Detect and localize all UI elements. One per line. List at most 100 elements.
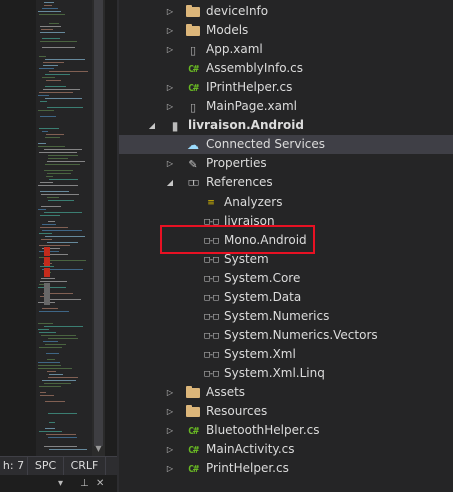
tree-item[interactable]: ▷ C# BluetoothHelper.cs — [119, 421, 453, 440]
minimap-line — [49, 23, 59, 24]
minimap-line — [42, 38, 60, 39]
tree-item[interactable]: □-□ System.Xml — [119, 345, 453, 364]
minimap-line — [41, 206, 61, 207]
expand-right-icon[interactable]: ▷ — [165, 78, 175, 97]
tree-item[interactable]: □-□ System.Numerics.Vectors — [119, 326, 453, 345]
minimap-line — [43, 62, 64, 63]
highlight-box — [160, 225, 315, 254]
tree-item[interactable]: ▷ Models — [119, 21, 453, 40]
minimap-line — [44, 5, 52, 6]
references-icon: □□ — [188, 178, 199, 189]
tree-item[interactable]: ◢ ▮ livraison.Android — [119, 116, 453, 135]
spacing-indicator[interactable]: SPC — [28, 457, 64, 475]
close-icon[interactable]: ✕ — [96, 478, 104, 489]
folder-icon — [185, 4, 201, 20]
minimap-line — [44, 149, 82, 150]
tree-item[interactable]: ▷ C# MainActivity.cs — [119, 440, 453, 459]
expand-down-icon[interactable]: ◢ — [165, 173, 175, 192]
tree-item[interactable]: □-□ System.Core — [119, 269, 453, 288]
tree-item[interactable]: ☁ Connected Services — [119, 135, 453, 155]
minimap-line — [42, 131, 48, 132]
minimap-line — [42, 77, 55, 78]
reference-icon: □-□ — [204, 349, 218, 360]
tree-item[interactable]: ▷ C# IPrintHelper.cs — [119, 78, 453, 97]
scrollbar-thumb[interactable] — [94, 0, 103, 446]
minimap-line — [47, 371, 56, 372]
scroll-down-arrow-icon[interactable]: ▼ — [92, 444, 105, 454]
minimap-line — [46, 434, 76, 435]
csharp-file-icon: C# — [187, 463, 199, 475]
expand-right-icon[interactable]: ▷ — [165, 154, 175, 173]
minimap-line — [43, 341, 58, 342]
tree-item-label: Properties — [206, 156, 267, 171]
tree-item[interactable]: ◢ □□ References — [119, 173, 453, 192]
expand-down-icon[interactable]: ◢ — [147, 116, 157, 135]
minimap-line — [43, 65, 58, 66]
error-marker[interactable] — [44, 268, 50, 277]
minimap-line — [44, 383, 71, 384]
minimap-line — [38, 323, 53, 324]
tree-item[interactable]: ≡ Analyzers — [119, 193, 453, 212]
minimap-line — [41, 194, 79, 195]
editor-vertical-scrollbar[interactable]: ▼ — [92, 0, 105, 456]
tree-item[interactable]: C# AssemblyInfo.cs — [119, 59, 453, 78]
minimap-line — [48, 413, 77, 414]
tree-item[interactable]: ▷ Resources — [119, 402, 453, 421]
expand-right-icon[interactable]: ▷ — [165, 459, 175, 478]
minimap-line — [48, 155, 78, 156]
minimap-line — [38, 368, 72, 369]
minimap-line — [49, 449, 87, 450]
minimap-line — [48, 299, 81, 300]
column-indicator[interactable]: h: 7 — [0, 457, 28, 475]
analyzers-icon: ≡ — [207, 197, 215, 208]
tree-item[interactable]: □-□ System.Numerics — [119, 307, 453, 326]
expand-right-icon[interactable]: ▷ — [165, 40, 175, 59]
minimap-line — [40, 32, 65, 33]
expand-right-icon[interactable]: ▷ — [165, 440, 175, 459]
minimap-line — [38, 365, 61, 366]
tree-item-label: System.Numerics.Vectors — [224, 327, 378, 342]
expand-right-icon[interactable]: ▷ — [165, 383, 175, 402]
minimap-line — [38, 143, 46, 144]
wrench-icon: ✎ — [188, 157, 198, 171]
tree-item-label: Resources — [206, 404, 268, 419]
tree-item-label: App.xaml — [206, 42, 263, 57]
tree-item[interactable]: ▷ deviceInfo — [119, 2, 453, 21]
tree-item[interactable]: ▷ C# PrintHelper.cs — [119, 459, 453, 478]
minimap-line — [44, 212, 82, 213]
expand-right-icon[interactable]: ▷ — [165, 402, 175, 421]
error-marker[interactable] — [44, 257, 50, 266]
tree-item[interactable]: □-□ System.Xml.Linq — [119, 364, 453, 383]
tree-item[interactable]: ▷ ▯ App.xaml — [119, 40, 453, 59]
csharp-file-icon: C# — [187, 425, 199, 437]
code-editor[interactable]: ▼ — [0, 0, 117, 492]
expand-right-icon[interactable]: ▷ — [165, 97, 175, 116]
error-marker[interactable] — [44, 247, 50, 256]
minimap-line — [40, 227, 68, 228]
change-marker — [44, 283, 50, 305]
minimap-line — [39, 311, 69, 312]
expand-right-icon[interactable]: ▷ — [165, 2, 175, 21]
folder-icon — [185, 385, 201, 401]
tree-item[interactable]: ▷ ✎ Properties — [119, 154, 453, 173]
code-minimap[interactable] — [36, 0, 92, 456]
line-ending-indicator[interactable]: CRLF — [64, 457, 106, 475]
tree-item[interactable]: □-□ System.Data — [119, 288, 453, 307]
minimap-line — [45, 164, 80, 165]
pin-icon[interactable]: ⊥ — [80, 478, 89, 489]
folder-icon — [185, 404, 201, 420]
minimap-line — [48, 338, 78, 339]
dropdown-arrow-icon[interactable]: ▾ — [58, 478, 63, 489]
expand-right-icon[interactable]: ▷ — [165, 421, 175, 440]
tree-item-label: Analyzers — [224, 194, 283, 209]
minimap-line — [49, 374, 63, 375]
tree-item[interactable]: ▷ Assets — [119, 383, 453, 402]
minimap-line — [45, 428, 55, 429]
minimap-line — [38, 11, 61, 12]
tree-item[interactable]: ▷ ▯ MainPage.xaml — [119, 97, 453, 116]
minimap-line — [39, 332, 56, 333]
reference-icon: □-□ — [204, 292, 218, 303]
tree-item-label: BluetoothHelper.cs — [206, 423, 320, 438]
minimap-line — [47, 173, 71, 174]
expand-right-icon[interactable]: ▷ — [165, 21, 175, 40]
